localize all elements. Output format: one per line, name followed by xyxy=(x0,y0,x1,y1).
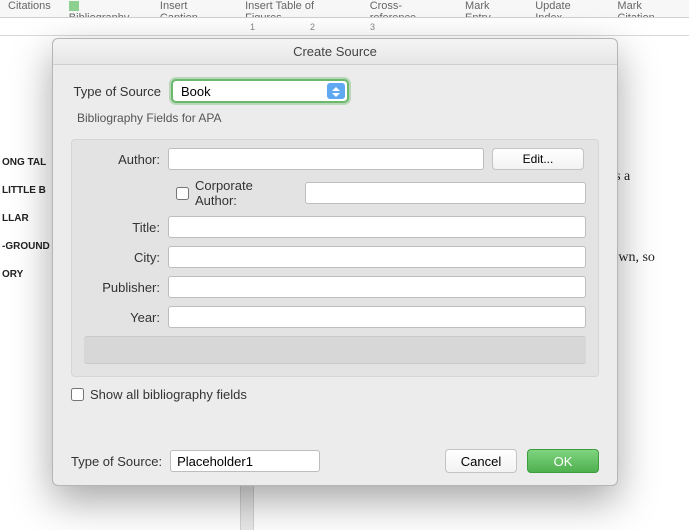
title-input[interactable] xyxy=(168,216,586,238)
ruler-mark-3: 3 xyxy=(370,22,375,32)
ribbon-bibliography[interactable]: Bibliography xyxy=(69,0,142,18)
author-label: Author: xyxy=(84,152,168,167)
type-of-source-select[interactable]: Book xyxy=(171,79,349,103)
ribbon-citations[interactable]: Citations xyxy=(8,0,51,12)
ribbon-cross-reference[interactable]: Cross-reference xyxy=(370,0,447,18)
show-all-fields-checkbox[interactable] xyxy=(71,388,84,401)
ribbon-insert-caption[interactable]: Insert Caption xyxy=(160,0,227,18)
tag-name-label: Type of Source: xyxy=(71,454,162,469)
year-label: Year: xyxy=(84,310,168,325)
outline-item[interactable]: LLAR xyxy=(2,212,58,226)
create-source-dialog: Create Source Type of Source Book Biblio… xyxy=(52,38,618,486)
bibliography-fields-box: Author: Edit... Corporate Author: Title:… xyxy=(71,139,599,377)
title-label: Title: xyxy=(84,220,168,235)
ok-button[interactable]: OK xyxy=(527,449,599,473)
city-input[interactable] xyxy=(168,246,586,268)
type-of-source-label: Type of Source xyxy=(71,84,171,99)
author-input[interactable] xyxy=(168,148,484,170)
outline-item[interactable]: -GROUND xyxy=(2,240,58,254)
tag-name-input[interactable] xyxy=(170,450,320,472)
ribbon-update-index[interactable]: Update Index xyxy=(535,0,599,18)
ruler: 1 2 3 xyxy=(0,18,689,36)
fields-caption: Bibliography Fields for APA xyxy=(77,111,599,125)
year-input[interactable] xyxy=(168,306,586,328)
ruler-mark-1: 1 xyxy=(250,22,255,32)
corporate-author-checkbox[interactable] xyxy=(176,187,189,200)
ribbon-mark-citation[interactable]: Mark Citation xyxy=(617,0,681,18)
cancel-button[interactable]: Cancel xyxy=(445,449,517,473)
city-label: City: xyxy=(84,250,168,265)
show-all-fields-label: Show all bibliography fields xyxy=(90,387,247,402)
ribbon-mark-entry[interactable]: Mark Entry xyxy=(465,0,517,18)
outline-item[interactable]: ORY xyxy=(2,268,58,282)
ribbon-insert-tof[interactable]: Insert Table of Figures xyxy=(245,0,352,18)
outline-item[interactable]: LITTLE B xyxy=(2,184,58,198)
publisher-input[interactable] xyxy=(168,276,586,298)
fields-spacer xyxy=(84,336,586,364)
chevron-updown-icon xyxy=(332,93,340,97)
publisher-label: Publisher: xyxy=(84,280,168,295)
ruler-mark-2: 2 xyxy=(310,22,315,32)
dialog-title: Create Source xyxy=(53,39,617,65)
bibliography-icon xyxy=(69,1,79,11)
corporate-author-input[interactable] xyxy=(305,182,586,204)
outline-pane: ONG TAL LITTLE B LLAR -GROUND ORY xyxy=(0,36,60,530)
edit-author-button[interactable]: Edit... xyxy=(492,148,584,170)
ribbon: Citations Bibliography Insert Caption In… xyxy=(0,0,689,18)
outline-item[interactable]: ONG TAL xyxy=(2,156,58,170)
corporate-author-label: Corporate Author: xyxy=(195,178,297,208)
